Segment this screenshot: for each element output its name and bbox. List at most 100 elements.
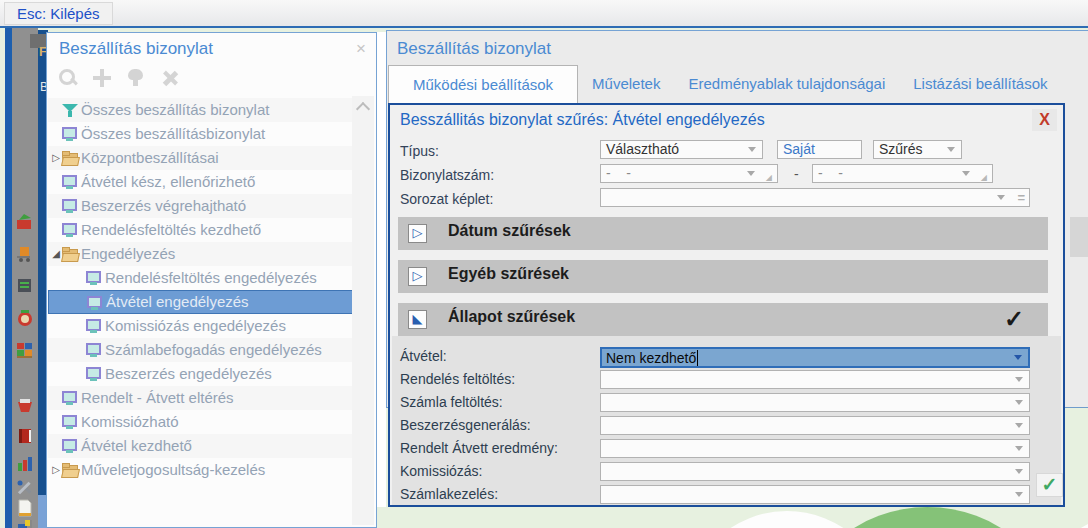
section-label: Dátum szűrések: [448, 222, 571, 240]
tree-item-7[interactable]: Rendelésfeltöltés engedélyezés: [48, 266, 353, 290]
tab-0[interactable]: Működési beállítások: [388, 65, 578, 104]
filter-dialog: Besszállitás bizonylat szűrés: Átvétel e…: [388, 103, 1065, 507]
status-combo-5[interactable]: [600, 462, 1030, 481]
monitor-icon: [86, 270, 102, 286]
unpin-icon[interactable]: [159, 67, 181, 89]
status-combo-1[interactable]: [600, 370, 1030, 389]
confirm-check-icon[interactable]: ✓: [1036, 473, 1063, 497]
book-icon[interactable]: [15, 426, 35, 446]
basket-icon[interactable]: [15, 396, 35, 416]
collapse-icon[interactable]: ◣: [408, 310, 427, 329]
tools-icon[interactable]: [15, 478, 35, 498]
tree-item-2[interactable]: ▷ Központbeszállításai: [48, 146, 353, 170]
tree-item-1[interactable]: Összes beszállításbizonylat: [48, 122, 353, 146]
dropdown-arrow-icon: [962, 171, 970, 176]
expand-closed-icon[interactable]: ▷: [50, 458, 62, 482]
tree-item-5[interactable]: Rendelésfeltöltés kezdhető: [48, 218, 353, 242]
forklift-icon[interactable]: [15, 516, 35, 528]
esc-exit-button[interactable]: Esc: Kilépés: [4, 2, 113, 25]
monitor-icon: [62, 126, 78, 142]
expand-icon[interactable]: ▷: [408, 224, 427, 243]
dropdown-arrow-icon: [1015, 400, 1023, 405]
status-combo-6[interactable]: [600, 485, 1030, 504]
section-label: Egyéb szűrések: [448, 265, 569, 283]
tree-item-label: Beszerzés engedélyezés: [105, 362, 272, 386]
tree-item-selected[interactable]: Átvétel engedélyezés: [48, 290, 353, 314]
icon-taskbar: [12, 28, 38, 528]
dropdown-arrow-icon: [1015, 446, 1023, 451]
clock-icon[interactable]: [15, 308, 35, 328]
expand-icon[interactable]: ▷: [408, 267, 427, 286]
tree-item-label: Műveletjogosultság-kezelés: [81, 458, 265, 482]
folder-icon: [62, 246, 78, 262]
status-field-label: Számla feltöltés:: [400, 394, 503, 410]
tree-item-label: Rendelésfeltöltés kezdhető: [81, 218, 261, 242]
monitor-icon: [62, 438, 78, 454]
bizonylatszam-to-combo[interactable]: - -◢: [812, 164, 993, 183]
section-bar-1[interactable]: ▷ Egyéb szűrések: [398, 260, 1048, 293]
tree-item-13[interactable]: Komissiózható: [48, 410, 353, 434]
status-field-label: Számlakezelés:: [400, 486, 498, 502]
status-field-label: Rendelt Átvett eredmény:: [400, 440, 558, 456]
section-bar-2[interactable]: ◣ Állapot szűrések ✓: [398, 303, 1048, 336]
tree-item-label: Központbeszállításai: [81, 146, 219, 170]
sorozat-combo[interactable]: =: [600, 188, 1030, 207]
tree-item-9[interactable]: Komissiózás engedélyezés: [48, 314, 353, 338]
monitor-icon: [62, 222, 78, 238]
monitor-icon: [62, 198, 78, 214]
status-field-label: Beszerzésgenerálás:: [400, 417, 531, 433]
sajat-field[interactable]: Saját: [777, 140, 862, 159]
tree-item-0[interactable]: Összes beszállítás bizonylat: [48, 98, 353, 122]
dropdown-arrow-icon: [1015, 423, 1023, 428]
szures-combo[interactable]: Szűrés: [873, 140, 962, 159]
status-combo-0[interactable]: Nem kezdhető: [600, 347, 1030, 368]
tree-icon[interactable]: [125, 67, 147, 89]
panel-scrollbar-thumb[interactable]: [1070, 217, 1088, 257]
tipus-combo[interactable]: Választható: [600, 140, 763, 159]
add-icon[interactable]: [91, 67, 113, 89]
section-check-icon: ✓: [1004, 305, 1024, 333]
status-field-label: Átvétel:: [400, 348, 447, 364]
status-combo-4[interactable]: [600, 439, 1030, 458]
monitor-icon: [62, 414, 78, 430]
scroll-up-icon[interactable]: [356, 102, 370, 116]
document-icon[interactable]: [15, 498, 35, 518]
bizonylatszam-from-combo[interactable]: - -◢: [600, 164, 778, 183]
expand-closed-icon[interactable]: ▷: [50, 146, 62, 170]
tab-1[interactable]: Műveletek: [578, 65, 674, 104]
tree-item-label: Komissiózás engedélyezés: [105, 314, 286, 338]
section-bar-0[interactable]: ▷ Dátum szűrések: [398, 217, 1048, 250]
tree-scrollbar[interactable]: [352, 96, 374, 525]
cart-icon[interactable]: [15, 244, 35, 264]
tab-2[interactable]: Eredményablak tulajdonságai: [674, 65, 899, 104]
pallet-icon[interactable]: [15, 340, 35, 360]
tree-item-10[interactable]: Számlabefogadás engedélyezés: [48, 338, 353, 362]
folder-icon: [62, 150, 78, 166]
settings-tabs: Működési beállításokMűveletekEredményabl…: [388, 65, 1062, 104]
tree-item-12[interactable]: Rendelt - Átvett eltérés: [48, 386, 353, 410]
tree-item-4[interactable]: Beszerzés végrehajtható: [48, 194, 353, 218]
dialog-close-button[interactable]: X: [1032, 109, 1057, 131]
tree-item-15[interactable]: ▷ Műveletjogosultság-kezelés: [48, 458, 353, 482]
status-combo-2[interactable]: [600, 393, 1030, 412]
tree-item-6[interactable]: ◢ Engedélyezés: [48, 242, 353, 266]
tree-item-3[interactable]: Átvétel kész, ellenőrizhető: [48, 170, 353, 194]
monitor-icon: [86, 318, 102, 334]
expand-open-icon[interactable]: ◢: [50, 242, 62, 266]
money-machine-icon[interactable]: [15, 276, 35, 296]
goods-box-icon[interactable]: [15, 212, 35, 232]
section-label: Állapot szűrések: [448, 308, 575, 326]
monitor-icon: [62, 174, 78, 190]
taskbar-left-edge: [5, 28, 12, 528]
bar-chart-icon[interactable]: [15, 454, 35, 474]
status-combo-3[interactable]: [600, 416, 1030, 435]
tree-panel-close-icon[interactable]: ×: [356, 39, 366, 59]
search-icon[interactable]: [57, 67, 79, 89]
status-combo-value: Nem kezdhető: [606, 350, 698, 366]
tree-panel: Beszállítás bizonylat × Összes beszállít…: [46, 32, 377, 528]
tree-item-14[interactable]: Átvétel kezdhető: [48, 434, 353, 458]
tree-item-label: Átvétel engedélyezés: [106, 291, 249, 313]
tree-item-label: Engedélyezés: [81, 242, 175, 266]
tree-item-11[interactable]: Beszerzés engedélyezés: [48, 362, 353, 386]
tab-3[interactable]: Listázási beállítások: [899, 65, 1061, 104]
